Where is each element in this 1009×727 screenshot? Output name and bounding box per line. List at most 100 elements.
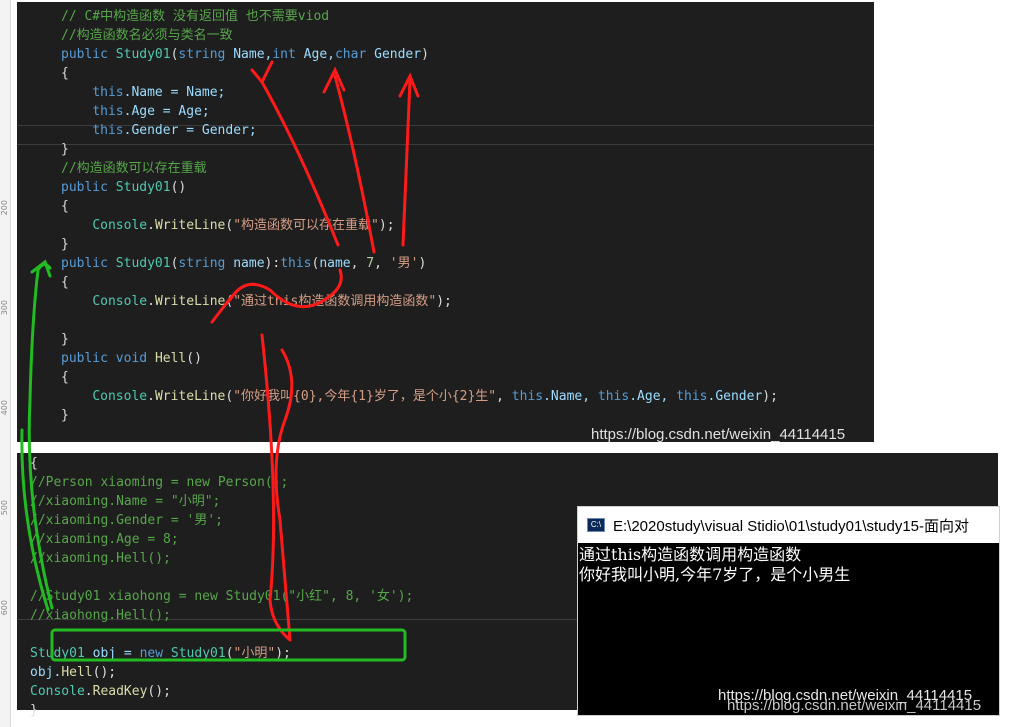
code-token: //xiaoming.Hell();: [30, 551, 171, 566]
code-line[interactable]: public Study01(string Name,int Age,char …: [61, 45, 429, 64]
code-line[interactable]: //构造函数可以存在重载: [61, 159, 207, 178]
code-line[interactable]: //构造函数名必须与类名一致: [61, 26, 233, 45]
code-token: {: [61, 275, 69, 290]
code-line[interactable]: // C#中构造函数 没有返回值 也不需要viod: [61, 7, 329, 26]
code-line[interactable]: }: [61, 235, 69, 254]
code-token: public: [61, 180, 108, 195]
code-token: string: [178, 47, 226, 62]
code-token: }: [61, 142, 69, 157]
console-titlebar[interactable]: C:\ E:\2020study\visual Stidio\01\study0…: [578, 507, 999, 543]
code-line[interactable]: //xiaoming.Name = "小明";: [30, 492, 220, 511]
code-token: }: [61, 408, 69, 423]
code-token: WriteLine: [154, 389, 226, 404]
code-token: .: [147, 294, 155, 309]
code-line[interactable]: //Person xiaoming = new Person();: [30, 473, 288, 492]
code-token: }: [30, 703, 38, 718]
code-line[interactable]: {: [61, 273, 69, 292]
code-line[interactable]: public Study01(string name):this(name, 7…: [61, 254, 426, 273]
code-line[interactable]: //xiaoming.Gender = '男';: [30, 511, 223, 530]
code-token: .Gender = Gender;: [123, 123, 257, 138]
code-token: Study01: [115, 256, 171, 271]
code-token: .Age,: [629, 389, 677, 404]
code-line[interactable]: Study01 obj = new Study01("小明");: [30, 644, 291, 663]
code-token: //Person xiaoming = new Person();: [30, 475, 289, 490]
code-token: //xiaoming.Age = 8;: [30, 532, 179, 547]
code-token: name: [319, 256, 351, 271]
code-token: this: [511, 389, 544, 404]
code-token: .Name,: [543, 389, 598, 404]
code-token: ReadKey: [92, 684, 148, 699]
code-token: public: [61, 351, 108, 366]
code-token: Console: [30, 684, 85, 699]
code-line[interactable]: //xiaohong.Hell();: [30, 606, 171, 625]
code-line[interactable]: this.Name = Name;: [61, 83, 225, 102]
code-token: public: [61, 256, 108, 271]
console-window[interactable]: C:\ E:\2020study\visual Stidio\01\study0…: [577, 506, 1000, 716]
code-token: );: [436, 294, 452, 309]
code-line[interactable]: this.Gender = Gender;: [61, 121, 257, 140]
code-line[interactable]: }: [61, 406, 69, 425]
code-line[interactable]: public Study01(): [61, 178, 186, 197]
code-token: .Name = Name;: [123, 85, 226, 100]
code-token: Study01: [115, 180, 171, 195]
code-token: WriteLine: [154, 218, 226, 233]
console-output-line: 通过this构造函数调用构造函数: [579, 545, 802, 564]
code-token: (): [186, 351, 202, 366]
code-line[interactable]: Console.ReadKey();: [30, 682, 171, 701]
watermark-bottom: https://blog.csdn.net/weixin_44114415: [727, 697, 982, 714]
code-token: 7: [366, 256, 375, 271]
code-line[interactable]: Console.WriteLine("你好我叫{0},今年{1}岁了，是个小{2…: [61, 387, 778, 406]
code-token: this: [92, 104, 124, 119]
code-line[interactable]: }: [61, 140, 69, 159]
current-line-border: [17, 144, 874, 145]
code-token: obj.: [30, 665, 62, 680]
code-token: ): [421, 47, 429, 62]
code-line[interactable]: {: [61, 64, 69, 83]
code-line[interactable]: }: [30, 701, 38, 720]
code-token: this: [92, 123, 124, 138]
code-line[interactable]: obj.Hell();: [30, 663, 116, 682]
code-token: //xiaoming.Name = "小明";: [30, 494, 221, 509]
vertical-ruler: 200 300 400 500 600: [0, 0, 11, 727]
code-token: Hell: [61, 665, 93, 680]
watermark-top: https://blog.csdn.net/weixin_44114415: [591, 426, 846, 443]
code-token: Study01: [30, 646, 85, 661]
code-token: Gender: [366, 47, 422, 62]
code-token: {: [61, 66, 69, 81]
code-token: public: [61, 47, 108, 62]
code-token: //构造函数可以存在重载: [61, 161, 207, 176]
code-line[interactable]: {: [30, 454, 38, 473]
code-line[interactable]: this.Age = Age;: [61, 102, 209, 121]
code-token: Console: [92, 294, 148, 309]
code-token: }: [61, 237, 69, 252]
code-token: this: [676, 389, 708, 404]
code-token: Console: [92, 218, 148, 233]
code-line[interactable]: {: [61, 368, 69, 387]
code-line[interactable]: {: [61, 197, 69, 216]
code-token: {: [61, 199, 69, 214]
code-line[interactable]: //xiaoming.Hell();: [30, 549, 171, 568]
code-line[interactable]: public void Hell(): [61, 349, 202, 368]
code-token: ,: [350, 256, 367, 271]
code-token: ,: [374, 256, 390, 271]
top-code-editor[interactable]: // C#中构造函数 没有返回值 也不需要viod //构造函数名必须与类名一致 p…: [17, 2, 874, 443]
code-token: this: [92, 85, 124, 100]
code-token: Console: [92, 389, 148, 404]
code-line[interactable]: Console.WriteLine("构造函数可以存在重载");: [61, 216, 394, 235]
console-output: 通过this构造函数调用构造函数 你好我叫小明,今年7岁了，是个小男生: [578, 543, 999, 585]
code-line[interactable]: Console.WriteLine("通过this构造函数调用构造函数");: [61, 292, 452, 311]
code-token: Hell: [154, 351, 187, 366]
code-token: "小明": [233, 646, 276, 661]
code-line[interactable]: }: [61, 330, 69, 349]
code-token: //xiaohong.Hell();: [30, 608, 171, 623]
code-line[interactable]: //xiaoming.Age = 8;: [30, 530, 179, 549]
code-token: name: [225, 256, 265, 271]
code-line[interactable]: //Study01 xiaohong = new Study01("小红", 8…: [30, 587, 413, 606]
